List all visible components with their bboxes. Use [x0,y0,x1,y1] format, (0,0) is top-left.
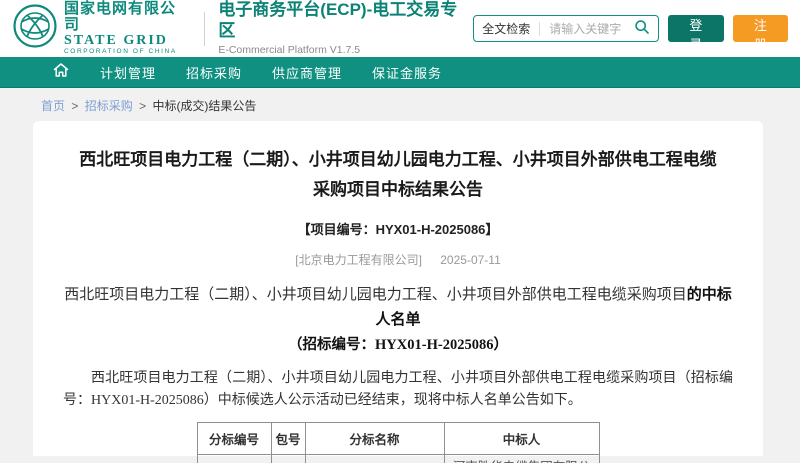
bid-code-line: （招标编号：HYX01-H-2025086） [61,333,735,357]
cell-package-no: 包1 [271,455,305,463]
table-row: 01 包1 电缆采购项目 河南胜华电缆集团有限公司 [197,455,599,463]
header-divider [204,12,205,46]
search-input[interactable] [549,22,634,36]
table-header-lot-no: 分标编号 [197,423,271,455]
breadcrumb: 首页 > 招标采购 > 中标(成交)结果公告 [41,97,800,114]
search-scope-select[interactable]: 全文检索 [482,20,530,37]
announcement-title: 西北旺项目电力工程（二期）、小井项目幼儿园电力工程、小井项目外部供电工程电缆采购… [79,145,717,205]
announcement-card: 西北旺项目电力工程（二期）、小井项目幼儿园电力工程、小井项目外部供电工程电缆采购… [33,121,763,456]
breadcrumb-separator: > [71,99,78,113]
nav-item-plan[interactable]: 计划管理 [100,63,156,82]
project-number: 【项目编号：HYX01-H-2025086】 [61,219,735,238]
publish-line: [北京电力工程有限公司] 2025-07-11 [61,251,735,268]
stategrid-globe-icon [13,4,57,53]
cell-winner: 河南胜华电缆集团有限公司 [444,455,599,463]
nav-item-bidding[interactable]: 招标采购 [186,63,242,82]
stategrid-logo: 国家电网有限公司 STATE GRID CORPORATION OF CHINA [13,1,191,56]
publisher: [北京电力工程有限公司] [295,253,422,267]
breadcrumb-current: 中标(成交)结果公告 [152,99,256,113]
search-box: 全文检索 [473,15,659,42]
nav-item-deposit[interactable]: 保证金服务 [372,63,442,82]
logo-company-cn: 国家电网有限公司 [64,1,191,33]
logo-text: 国家电网有限公司 STATE GRID CORPORATION OF CHINA [64,1,191,56]
platform-title: 电子商务平台(ECP)-电工交易专区 [218,0,473,41]
home-icon [52,61,70,84]
search-button[interactable] [634,19,650,38]
winner-list-subtitle: 西北旺项目电力工程（二期）、小井项目幼儿园电力工程、小井项目外部供电工程电缆采购… [61,283,735,333]
search-separator [539,22,540,36]
header-actions: 全文检索 登录 注册 [473,15,788,42]
publish-date: 2025-07-11 [440,253,501,267]
logo-company-sub: CORPORATION OF CHINA [64,49,191,56]
platform-subtitle: E-Commercial Platform V1.7.5 [218,44,473,57]
login-button[interactable]: 登录 [668,15,723,42]
breadcrumb-home[interactable]: 首页 [41,99,65,113]
table-header-package-no: 包号 [271,423,305,455]
register-button[interactable]: 注册 [733,15,788,42]
cell-lot-name: 电缆采购项目 [305,455,444,463]
breadcrumb-separator: > [139,99,146,113]
table-header-lot-name: 分标名称 [305,423,444,455]
subtitle-main: 西北旺项目电力工程（二期）、小井项目幼儿园电力工程、小井项目外部供电工程电缆采购… [64,287,687,303]
nav-home-button[interactable] [52,61,70,84]
winner-table: 分标编号 包号 分标名称 中标人 01 包1 电缆采购项目 河南胜华电缆集团有限… [197,422,600,463]
main-nav: 计划管理 招标采购 供应商管理 保证金服务 [0,57,800,88]
logo-company-en: STATE GRID [64,34,191,49]
cell-lot-no: 01 [197,455,271,463]
top-header: 国家电网有限公司 STATE GRID CORPORATION OF CHINA… [0,0,800,57]
announcement-body: 西北旺项目电力工程（二期）、小井项目幼儿园电力工程、小井项目外部供电工程电缆采购… [63,368,733,412]
search-icon [634,19,650,38]
platform-title-block: 电子商务平台(ECP)-电工交易专区 E-Commercial Platform… [218,0,473,56]
breadcrumb-section[interactable]: 招标采购 [85,99,133,113]
table-header-winner: 中标人 [444,423,599,455]
table-header-row: 分标编号 包号 分标名称 中标人 [197,423,599,455]
nav-item-supplier[interactable]: 供应商管理 [272,63,342,82]
